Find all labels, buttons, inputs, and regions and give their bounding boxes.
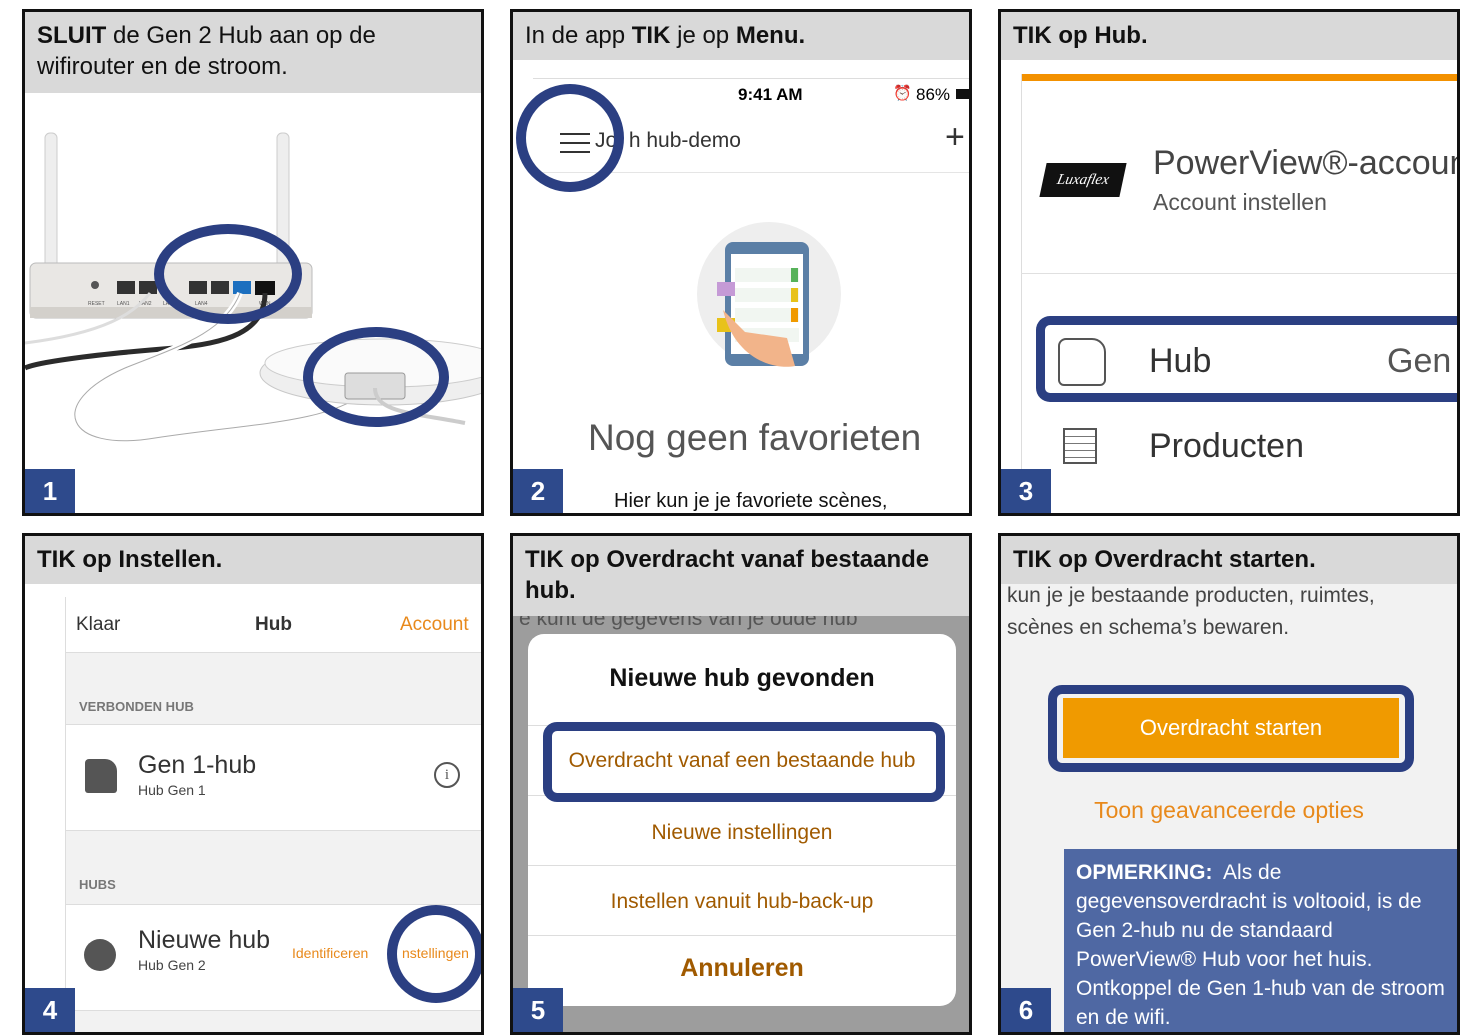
hub-port-highlight <box>303 327 449 427</box>
step-4-instruction: TIK op Instellen. <box>25 536 481 584</box>
note-box: OPMERKING: Als de gegevensoverdracht is … <box>1064 849 1457 1032</box>
step-2-instruction: In de app TIK je op Menu. <box>513 12 969 60</box>
battery-icon <box>956 89 969 99</box>
account-subtitle: Account instellen <box>1153 189 1327 215</box>
intro-text: kun je je bestaande producten, ruimtes, … <box>1007 584 1375 639</box>
dialog-divider <box>528 865 956 866</box>
cancel-button[interactable]: Annuleren <box>528 954 956 983</box>
hub-highlight <box>1036 316 1457 402</box>
done-button[interactable]: Klaar <box>76 614 120 636</box>
step-1-panel: SLUIT de Gen 2 Hub aan op de wifirouter … <box>22 9 484 516</box>
step-number: 3 <box>1001 469 1051 513</box>
empty-state-text: Hier kun je je favoriete scènes, <box>614 490 888 512</box>
step-3-panel: TIK op Hub. Luxaflex PowerView®-accoun A… <box>998 9 1460 516</box>
phone-illustration <box>697 222 841 367</box>
hub1-row[interactable]: Gen 1-hub Hub Gen 1 i <box>66 724 481 831</box>
identify-button[interactable]: Identificeren <box>292 945 368 961</box>
ethernet-port-highlight <box>154 224 302 324</box>
hub2-subtitle: Hub Gen 2 <box>138 957 206 973</box>
nav-bar: Klaar Hub Account <box>66 597 481 653</box>
hub2-name: Nieuwe hub <box>138 926 271 954</box>
hub1-subtitle: Hub Gen 1 <box>138 782 206 798</box>
step-5-panel: e kunt de gegevens van je oude hub TIK o… <box>510 533 972 1035</box>
backup-option[interactable]: Instellen vanuit hub-back-up <box>528 890 956 914</box>
step-4-panel: TIK op Instellen. Klaar Hub Account VERB… <box>22 533 484 1035</box>
step-number: 5 <box>513 988 563 1032</box>
start-transfer-highlight <box>1048 685 1414 772</box>
hub-gen2-icon <box>84 939 116 971</box>
dialog-title: Nieuwe hub gevonden <box>609 664 875 692</box>
step-number: 4 <box>25 988 75 1032</box>
step-number: 1 <box>25 469 75 513</box>
advanced-options-link[interactable]: Toon geavanceerde opties <box>1001 797 1457 824</box>
step-6-panel: TIK op Overdracht starten. kun je je bes… <box>998 533 1460 1035</box>
empty-state-title: Nog geen favorieten <box>588 417 922 458</box>
step-6-instruction: TIK op Overdracht starten. <box>1001 536 1457 584</box>
step-number: 2 <box>513 469 563 513</box>
account-title[interactable]: PowerView®-accoun <box>1153 144 1457 183</box>
note-label: OPMERKING: <box>1076 861 1213 884</box>
dialog-divider <box>528 935 956 936</box>
new-setup-option[interactable]: Nieuwe instellingen <box>528 821 956 845</box>
menu-item-products[interactable]: Producten <box>1149 427 1304 466</box>
settings-highlight <box>387 905 481 1003</box>
step-number: 6 <box>1001 988 1051 1032</box>
step-5-instruction: TIK op Overdracht vanaf bestaande hub. <box>513 536 969 616</box>
router-port-label: RESET <box>88 301 105 307</box>
account-button[interactable]: Account <box>400 614 469 636</box>
step-1-instruction: SLUIT de Gen 2 Hub aan op de wifirouter … <box>25 12 481 93</box>
step-3-instruction: TIK op Hub. <box>1001 12 1457 60</box>
transfer-highlight <box>543 722 945 802</box>
router-port-label: LAN1 <box>117 301 130 307</box>
status-time: 9:41 AM <box>738 85 803 104</box>
info-icon[interactable]: i <box>434 762 460 788</box>
products-icon <box>1063 428 1097 464</box>
status-battery: 86% <box>916 85 951 104</box>
note-text: Als de gegevensoverdracht is voltooid, i… <box>1076 861 1445 1029</box>
luxaflex-logo: Luxaflex <box>1039 163 1127 197</box>
section-connected-hub: VERBONDEN HUB <box>79 699 194 714</box>
section-hubs: HUBS <box>79 877 116 892</box>
add-icon[interactable]: + <box>945 118 965 157</box>
menu-divider <box>1021 273 1457 274</box>
hub-icon <box>85 759 117 793</box>
nav-title: Hub <box>255 614 292 635</box>
hub1-name: Gen 1-hub <box>138 751 257 779</box>
step-2-panel: In de app TIK je op Menu. 9:41 AM ⏰ 86% … <box>510 9 972 516</box>
menu-highlight <box>516 84 624 192</box>
alarm-icon: ⏰ <box>893 85 912 102</box>
new-hub-dialog: Nieuwe hub gevonden Overdracht vanaf een… <box>528 634 956 1006</box>
